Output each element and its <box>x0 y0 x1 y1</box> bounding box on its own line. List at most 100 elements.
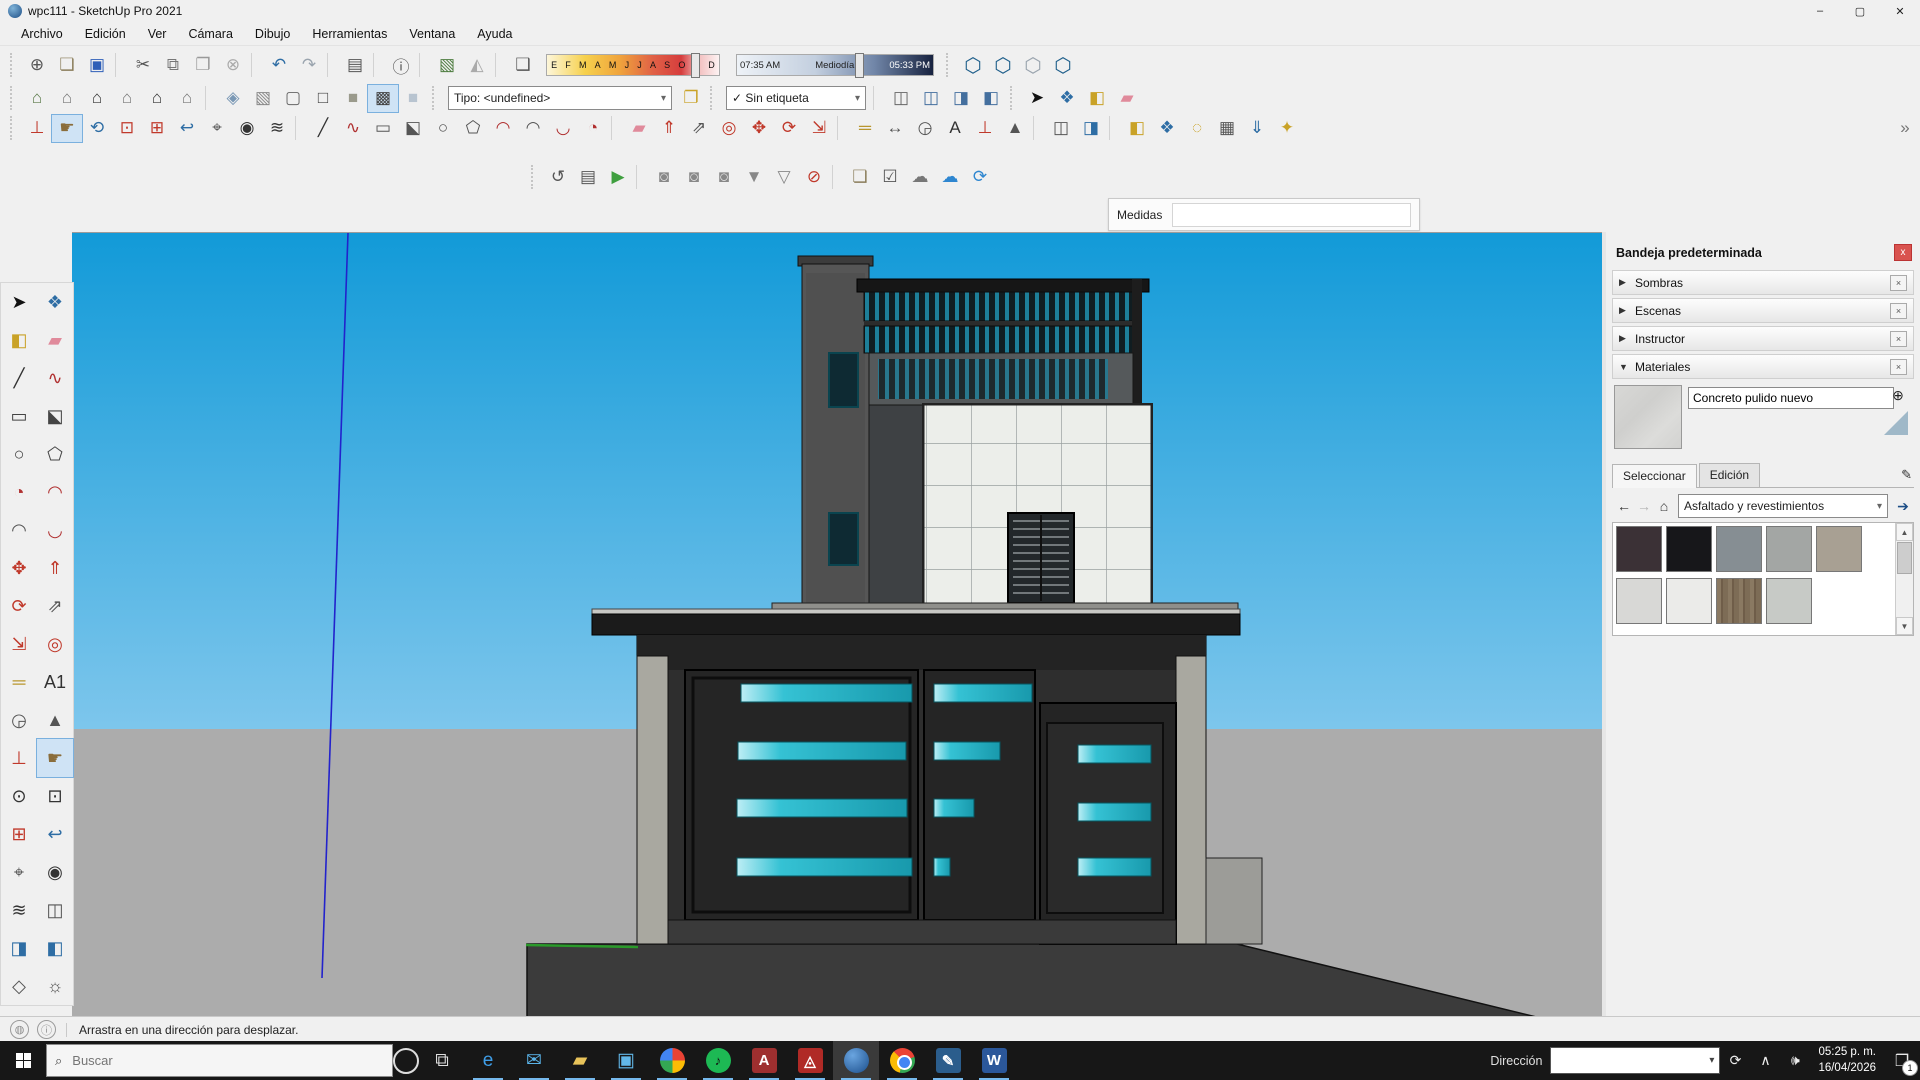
walk-icon[interactable]: ≋ <box>262 115 292 142</box>
taskbar-mail-icon[interactable]: ✉ <box>511 1041 557 1080</box>
back-icon[interactable]: ← <box>1614 496 1634 516</box>
tab-seleccionar[interactable]: Seleccionar <box>1612 464 1697 488</box>
scrollbar-track[interactable] <box>1896 575 1913 617</box>
position-camera-icon[interactable]: ⌖ <box>202 115 232 142</box>
swatch-concreto-blanco[interactable] <box>1666 578 1712 624</box>
swatch-concreto-pulido[interactable] <box>1616 578 1662 624</box>
tape-measure-icon[interactable]: ═ <box>850 115 880 142</box>
zoom-previous-palette-icon[interactable]: ↩ <box>37 815 73 853</box>
tray-section-escenas[interactable]: ▶ Escenas × <box>1612 298 1914 323</box>
style-wireframe-icon[interactable]: ▢ <box>278 85 308 112</box>
print-icon[interactable]: ▤ <box>340 52 370 79</box>
details-arrow-icon[interactable]: ➔ <box>1892 495 1914 517</box>
line-palette-icon[interactable]: ╱ <box>1 359 37 397</box>
section-cuts-icon[interactable]: ◨ <box>946 85 976 112</box>
two-point-arc-palette-icon[interactable]: ◠ <box>1 511 37 549</box>
tag-dropdown[interactable]: ✓ Sin etiqueta ▾ <box>726 86 866 110</box>
swatch-concreto-claro[interactable] <box>1766 526 1812 572</box>
share-model-icon[interactable]: ⬡ <box>1018 52 1048 79</box>
sample-paint-icon[interactable] <box>1884 411 1908 435</box>
style-monochrome-icon[interactable]: ■ <box>398 85 428 112</box>
select-icon[interactable]: ➤ <box>1022 85 1052 112</box>
circle-palette-icon[interactable]: ○ <box>1 435 37 473</box>
dimension-icon[interactable]: ↔ <box>880 115 910 142</box>
toolbar-overflow-chevron[interactable]: » <box>1890 115 1920 142</box>
pie-icon[interactable]: ◔ <box>578 115 608 142</box>
polygon-icon[interactable]: ⬠ <box>458 115 488 142</box>
no-camera-icon[interactable]: ⊘ <box>799 164 829 191</box>
taskbar-spotify-icon[interactable]: ♪ <box>695 1041 741 1080</box>
undo-icon[interactable]: ↶ <box>264 52 294 79</box>
rotate-icon[interactable]: ⟳ <box>774 115 804 142</box>
rotate-palette-icon[interactable]: ⟳ <box>1 587 37 625</box>
model-viewport[interactable] <box>72 232 1602 1017</box>
camera-a-icon[interactable]: ◙ <box>679 164 709 191</box>
sep[interactable] <box>373 53 383 77</box>
delete-icon[interactable]: ⊗ <box>218 52 248 79</box>
swatch-grava[interactable] <box>1816 526 1862 572</box>
sep[interactable] <box>295 116 305 140</box>
help-status-icon[interactable]: ⓘ <box>37 1020 56 1039</box>
validate-icon[interactable]: ☑ <box>875 164 905 191</box>
taskbar-word-icon[interactable]: W <box>971 1041 1017 1080</box>
move-palette-icon[interactable]: ✥ <box>1 549 37 587</box>
tape-measure-palette-icon[interactable]: ═ <box>1 663 37 701</box>
polygon-palette-icon[interactable]: ⬠ <box>37 435 73 473</box>
section-fill-tool-icon[interactable]: ◨ <box>1076 115 1106 142</box>
scroll-up-icon[interactable]: ▲ <box>1896 523 1913 541</box>
taskbar-explorer-icon[interactable]: ▰ <box>557 1041 603 1080</box>
menu-item[interactable]: Herramientas <box>301 24 398 44</box>
lasso-icon[interactable]: ◌ <box>1182 115 1212 142</box>
three-point-arc-icon[interactable]: ◡ <box>548 115 578 142</box>
rotated-rectangle-icon[interactable]: ⬕ <box>398 115 428 142</box>
taskbar-acrobat-icon[interactable]: ◬ <box>787 1041 833 1080</box>
copy-icon[interactable]: ⧉ <box>158 52 188 79</box>
protractor-palette-icon[interactable]: ◶ <box>1 701 37 739</box>
offset-icon[interactable]: ◎ <box>714 115 744 142</box>
scale-palette-icon[interactable]: ⇲ <box>1 625 37 663</box>
shadow-toggle-icon[interactable]: ❑ <box>508 52 538 79</box>
filter-b-icon[interactable]: ▽ <box>769 164 799 191</box>
style-hidden-line-icon[interactable]: □ <box>308 85 338 112</box>
volume-icon[interactable]: 🕪 <box>1780 1041 1810 1080</box>
push-pull-palette-icon[interactable]: ⇑ <box>37 549 73 587</box>
entity-list-icon[interactable]: ▤ <box>573 164 603 191</box>
eyedropper-icon[interactable]: ✎ <box>1901 467 1912 483</box>
view-left-icon[interactable]: ⌂ <box>172 85 202 112</box>
component-tool-icon[interactable]: ❖ <box>1152 115 1182 142</box>
line-icon[interactable]: ╱ <box>308 115 338 142</box>
tray-close-button[interactable]: x <box>1894 244 1912 261</box>
paint-icon[interactable]: ◧ <box>1082 85 1112 112</box>
zoom-window-icon[interactable]: ⊡ <box>112 115 142 142</box>
freehand-icon[interactable]: ∿ <box>338 115 368 142</box>
taskbar-cortana-icon[interactable] <box>393 1048 419 1074</box>
rectangle-icon[interactable]: ▭ <box>368 115 398 142</box>
paste-icon[interactable]: ❐ <box>188 52 218 79</box>
warehouse-search-icon[interactable]: ⬡ <box>958 52 988 79</box>
smart-tool-icon[interactable]: ✦ <box>1272 115 1302 142</box>
add-folder-icon[interactable]: ❏ <box>845 164 875 191</box>
component-make-icon[interactable]: ❖ <box>37 283 73 321</box>
eraser-tool-icon[interactable]: ▰ <box>624 115 654 142</box>
sep[interactable] <box>327 53 337 77</box>
menu-item[interactable]: Archivo <box>10 24 74 44</box>
match-photo-icon[interactable]: ▦ <box>1212 115 1242 142</box>
three-point-arc-palette-icon[interactable]: ◡ <box>37 511 73 549</box>
arc-palette-icon[interactable]: ◠ <box>37 473 73 511</box>
refresh-icon[interactable]: ⟳ <box>1720 1041 1750 1080</box>
sep[interactable] <box>837 116 847 140</box>
offset-palette-icon[interactable]: ◎ <box>37 625 73 663</box>
style-shaded-icon[interactable]: ■ <box>338 85 368 112</box>
open-icon[interactable]: ❏ <box>52 52 82 79</box>
section-plane-icon[interactable]: ◫ <box>886 85 916 112</box>
time-slider-thumb[interactable] <box>855 53 864 78</box>
cloud-upload-icon[interactable]: ☁ <box>905 164 935 191</box>
look-around-palette-icon[interactable]: ◉ <box>37 853 73 891</box>
rotated-rectangle-palette-icon[interactable]: ⬕ <box>37 397 73 435</box>
shadow-date-slider[interactable]: EFMAMJJASOND <box>546 54 720 76</box>
two-point-arc-icon[interactable]: ◠ <box>518 115 548 142</box>
style-textured-icon[interactable]: ▩ <box>368 85 398 112</box>
sync-icon[interactable]: ⟳ <box>965 164 995 191</box>
taskbar-store-icon[interactable]: ▣ <box>603 1041 649 1080</box>
position-camera-palette-icon[interactable]: ⌖ <box>1 853 37 891</box>
